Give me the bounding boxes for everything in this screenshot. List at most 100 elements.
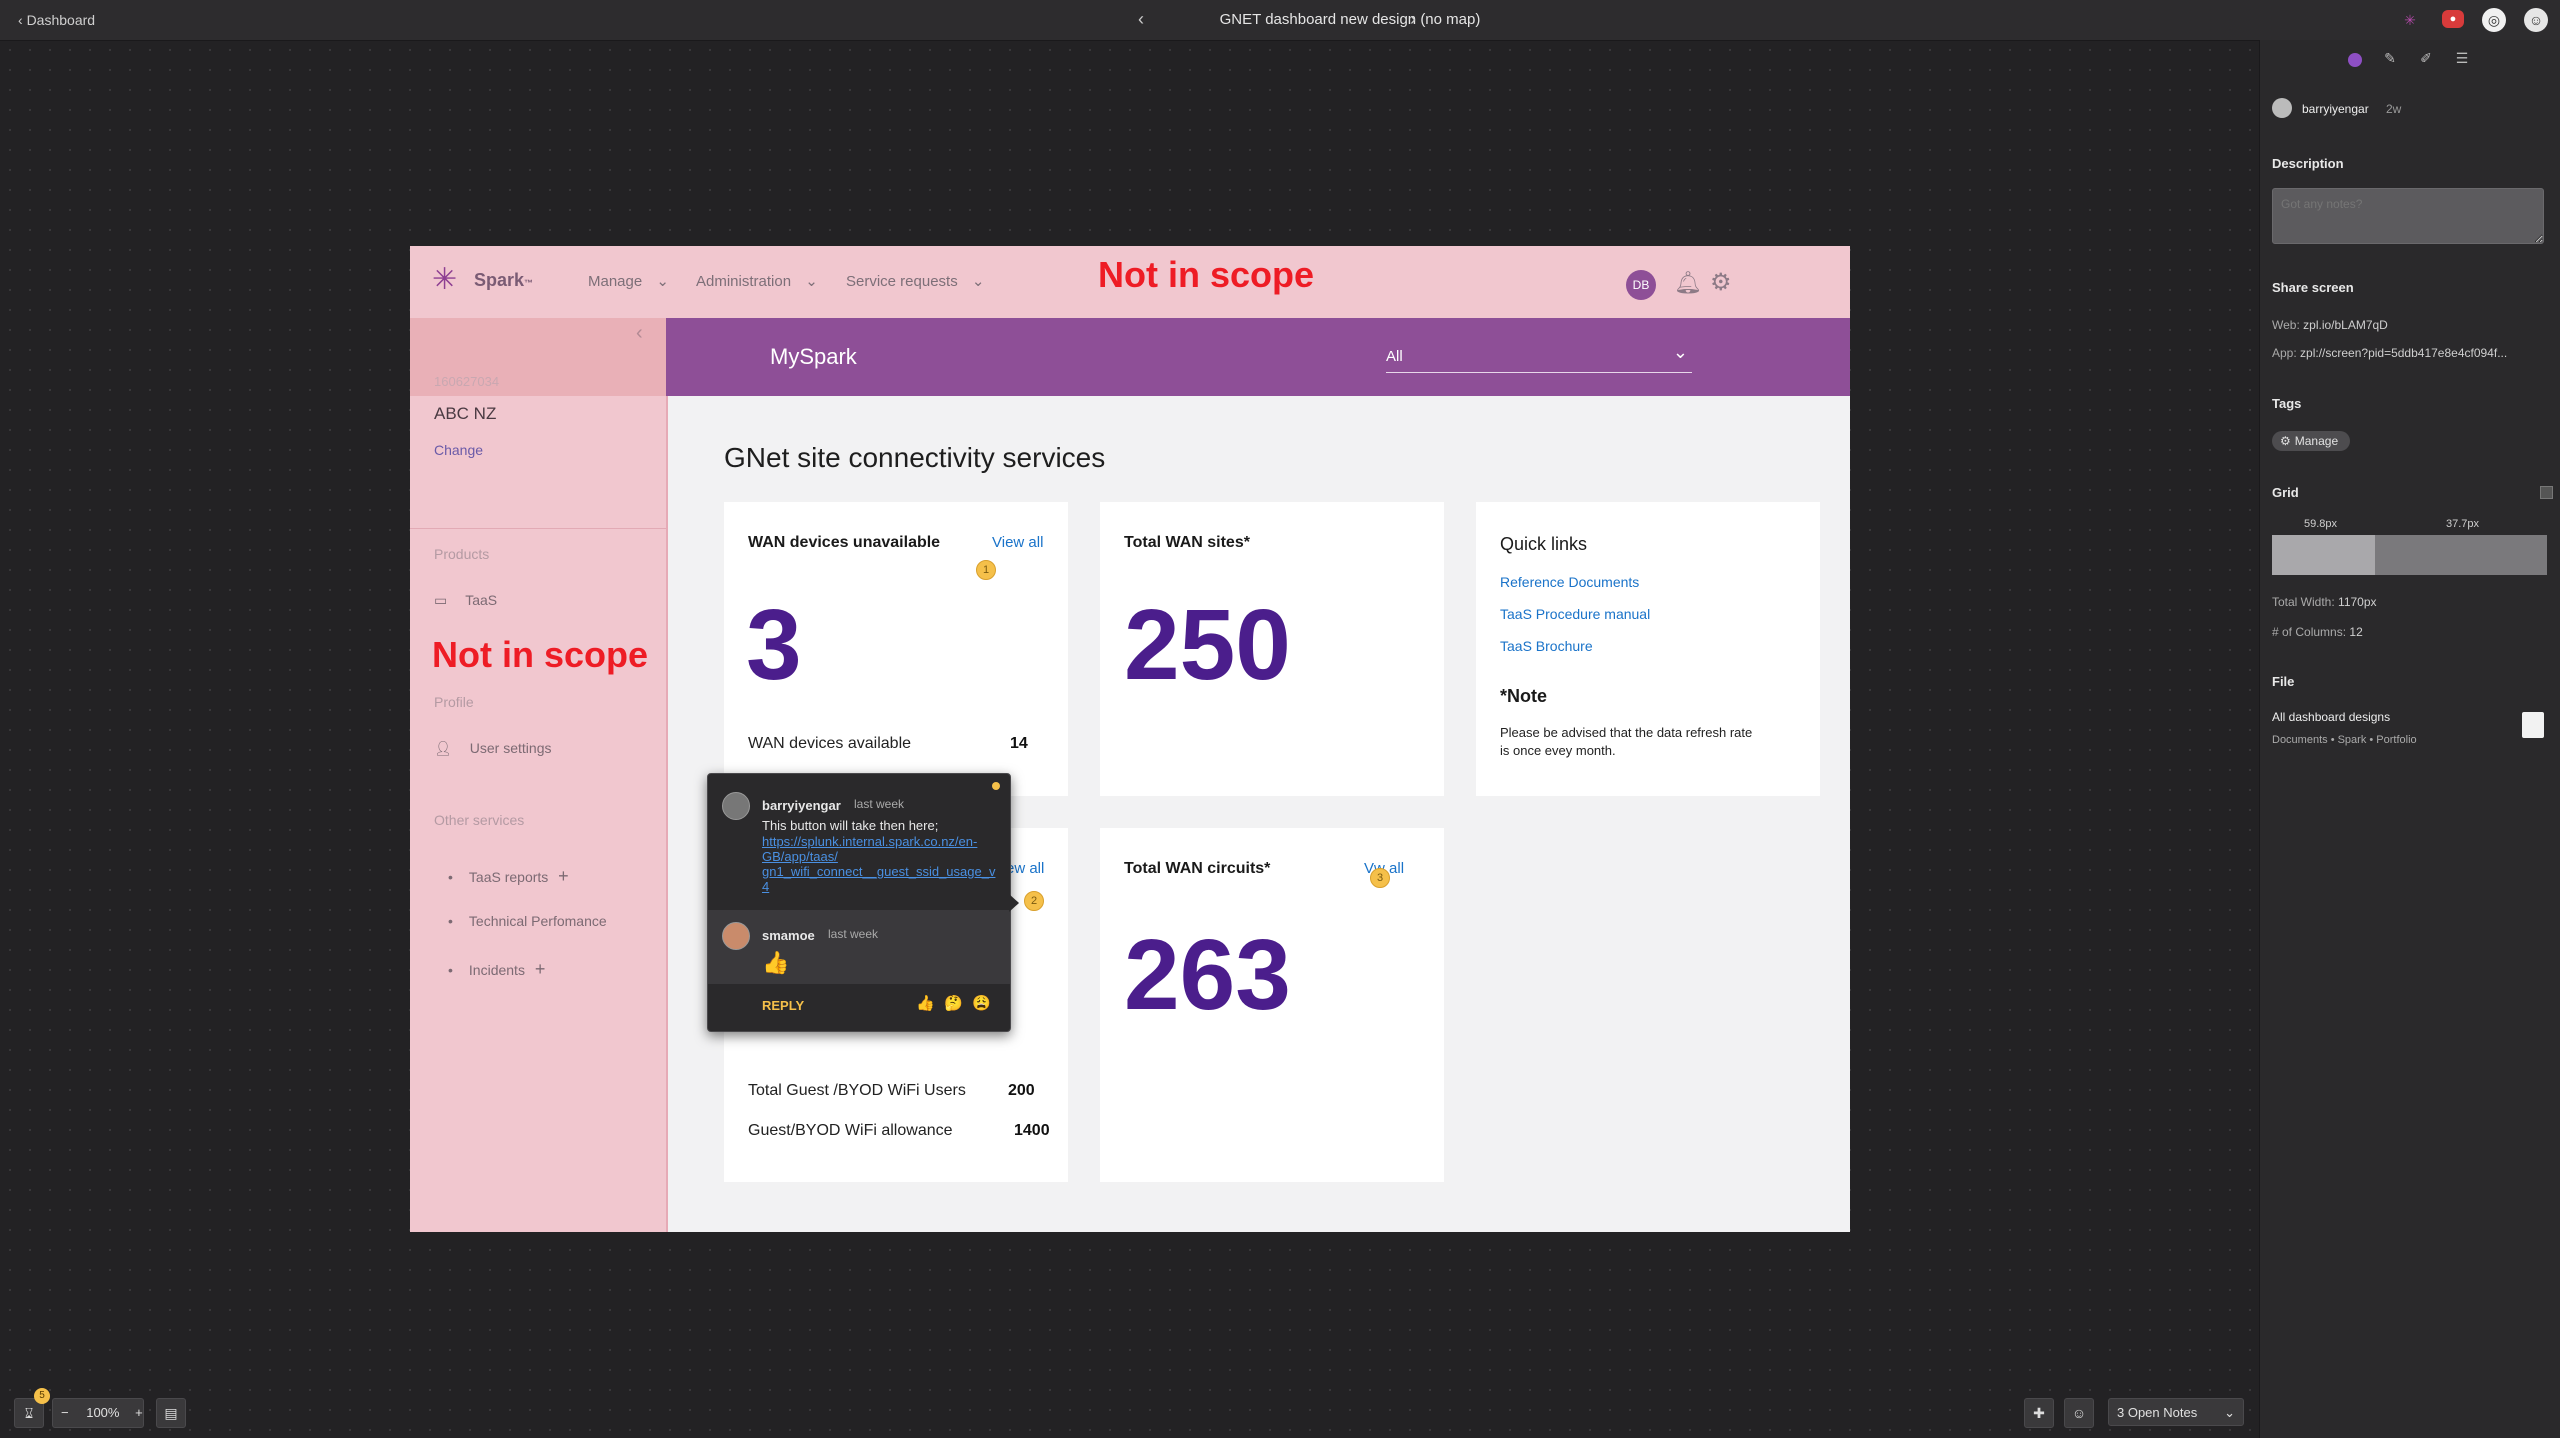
comment-text: This button will take then here; (762, 818, 939, 833)
grid-gutter-width: 37.7px (2446, 518, 2480, 530)
row-value: 200 (1008, 1082, 1035, 1099)
bell-icon[interactable]: 🔔︎ (1674, 270, 1702, 296)
reply-button[interactable]: REPLY (762, 998, 804, 1013)
change-account-link[interactable]: Change (434, 442, 483, 458)
description-input[interactable] (2272, 188, 2544, 244)
chevron-down-icon: ⌄ (971, 273, 985, 290)
nav-service-requests[interactable]: Service requests ⌄ (846, 272, 984, 290)
account-number: 160627034 (434, 374, 500, 389)
view-all-link[interactable]: ew all (1006, 860, 1044, 877)
comment-author: barryiyengar (762, 798, 841, 813)
big-number: 250 (1124, 589, 1291, 701)
plus-icon: + (558, 866, 569, 886)
nav-administration[interactable]: Administration ⌄ (696, 272, 818, 290)
account-name: ABC NZ (434, 404, 497, 423)
comment-marker[interactable]: 1 (976, 560, 996, 580)
not-in-scope-header-label: Not in scope (1098, 254, 1315, 295)
comment-link[interactable]: https://splunk.internal.spark.co.nz/en- … (762, 834, 1006, 894)
author-time: 2w (2386, 102, 2402, 116)
view-all-link[interactable]: View all (992, 534, 1043, 551)
reply-comment: smamoe last week 👍 (708, 910, 1010, 984)
panel-tabs: ✎ ✐ ☰ (2260, 40, 2560, 80)
design-header: ✳ Spark™ Manage ⌄ Administration ⌄ Servi… (410, 246, 1850, 318)
help-lifebuoy-icon[interactable]: ◎ (2482, 8, 2506, 32)
zoom-level: 100% (86, 1405, 120, 1420)
file-path: Documents • Spark • Portfolio (2272, 734, 2417, 746)
products-label: Products (434, 546, 490, 562)
share-screen-label: Share screen (2272, 280, 2354, 295)
collapse-chevron-icon[interactable]: ‹ (636, 322, 643, 345)
user-avatar-icon[interactable]: ☺ (2524, 8, 2548, 32)
filter-value: All (1386, 348, 1403, 365)
bullet-icon: • (448, 913, 453, 929)
reaction-thumbs-up[interactable]: 👍 (916, 994, 935, 1012)
comment-marker[interactable]: 3 (1370, 868, 1390, 888)
grid-toggle-checkbox[interactable] (2540, 486, 2553, 499)
thumbs-up-emoji: 👍 (762, 950, 790, 975)
notes-tab-icon[interactable]: ☰ (2452, 50, 2472, 70)
zoom-in-button[interactable]: + (135, 1405, 143, 1420)
sidebar-item-taas-reports[interactable]: • TaaS reports + (448, 866, 569, 887)
filter-avatar-icon[interactable]: ☺ (2064, 1398, 2094, 1428)
row-value: 14 (1010, 735, 1028, 752)
description-label: Description (2272, 156, 2344, 171)
app-link[interactable]: App: zpl://screen?pid=5ddb417e8e4cf094f.… (2272, 346, 2556, 360)
quick-link-taas-procedure-manual[interactable]: TaaS Procedure manual (1500, 606, 1650, 622)
grid-column-width: 59.8px (2304, 518, 2338, 530)
sidebar-divider (410, 528, 666, 529)
device-icon: ▭ (434, 592, 448, 608)
brand-name: Spark™ (474, 270, 534, 290)
comment-marker[interactable]: 2 (1024, 891, 1044, 911)
card-wan-devices-unavailable: WAN devices unavailable View all 1 3 WAN… (724, 502, 1068, 796)
brush-tab-icon[interactable]: ✐ (2416, 50, 2436, 70)
reaction-weary[interactable]: 😩 (972, 994, 991, 1012)
myspark-banner: MySpark All ⌄ (666, 318, 1850, 396)
file-name-link[interactable]: All dashboard designs (2272, 710, 2390, 724)
page-title: GNet site connectivity services (724, 442, 1106, 473)
quick-link-taas-brochure[interactable]: TaaS Brochure (1500, 638, 1593, 654)
sidebar-item-incidents[interactable]: • Incidents + (448, 959, 545, 980)
zoom-out-button[interactable]: − (61, 1405, 69, 1420)
card-total-wan-circuits: Total WAN circuits* Vw all 3 263 (1100, 828, 1444, 1182)
sidebar-item-taas[interactable]: ▭ TaaS (434, 592, 497, 609)
quick-link-reference-documents[interactable]: Reference Documents (1500, 574, 1639, 590)
next-screen-chevron-icon[interactable]: › (1410, 9, 1416, 30)
notification-badge: 5 (34, 1388, 50, 1404)
total-width: Total Width: 1170px (2272, 595, 2377, 609)
bullet-icon: • (448, 962, 453, 978)
comments-tab-icon[interactable] (2348, 53, 2362, 67)
zoom-control: − 100% + (52, 1398, 144, 1428)
sidebar-item-user-settings[interactable]: 👤︎ User settings (434, 740, 551, 757)
big-number: 3 (746, 589, 802, 701)
file-label: File (2272, 674, 2295, 689)
open-notes-select[interactable]: 3 Open Notes ⌄ (2108, 1398, 2244, 1426)
pages-icon[interactable]: ▤ (156, 1398, 186, 1428)
spark-logo-icon[interactable]: ✳ (2398, 8, 2422, 32)
user-initials-avatar[interactable]: DB (1626, 270, 1656, 300)
chevron-left-icon: ‹ (18, 12, 23, 28)
card-title: Quick links (1500, 534, 1588, 554)
sidebar-item-technical-performance[interactable]: • Technical Perfomance (448, 913, 607, 929)
card-title: Total WAN circuits* (1124, 860, 1271, 877)
spark-star-icon: ✳ (432, 263, 458, 296)
nav-manage[interactable]: Manage ⌄ (588, 272, 669, 290)
user-settings-icon[interactable]: ⚙ (1710, 268, 1732, 297)
columns-count: # of Columns: 12 (2272, 625, 2363, 639)
reaction-thinking[interactable]: 🤔 (944, 994, 963, 1012)
back-to-dashboard-link[interactable]: ‹ Dashboard (18, 12, 95, 28)
notifications-icon[interactable]: ● (2442, 10, 2464, 28)
row-label: WAN devices available (748, 735, 912, 752)
filter-dropdown[interactable]: All ⌄ (1386, 342, 1692, 373)
avatar (722, 922, 750, 950)
chevron-down-icon: ⌄ (2224, 1405, 2235, 1420)
edit-tab-icon[interactable]: ✎ (2380, 50, 2400, 70)
big-number: 263 (1124, 919, 1291, 1031)
web-link[interactable]: Web: zpl.io/bLAM7qD (2272, 318, 2388, 332)
card-total-wan-sites: Total WAN sites* 250 (1100, 502, 1444, 796)
popup-pointer (1009, 894, 1019, 912)
avatar (722, 792, 750, 820)
tags-label: Tags (2272, 396, 2302, 411)
add-note-icon[interactable]: ✚ (2024, 1398, 2054, 1428)
user-cog-icon: 👤︎ (434, 740, 452, 756)
tag-manage[interactable]: ⚙ Manage (2272, 431, 2351, 451)
